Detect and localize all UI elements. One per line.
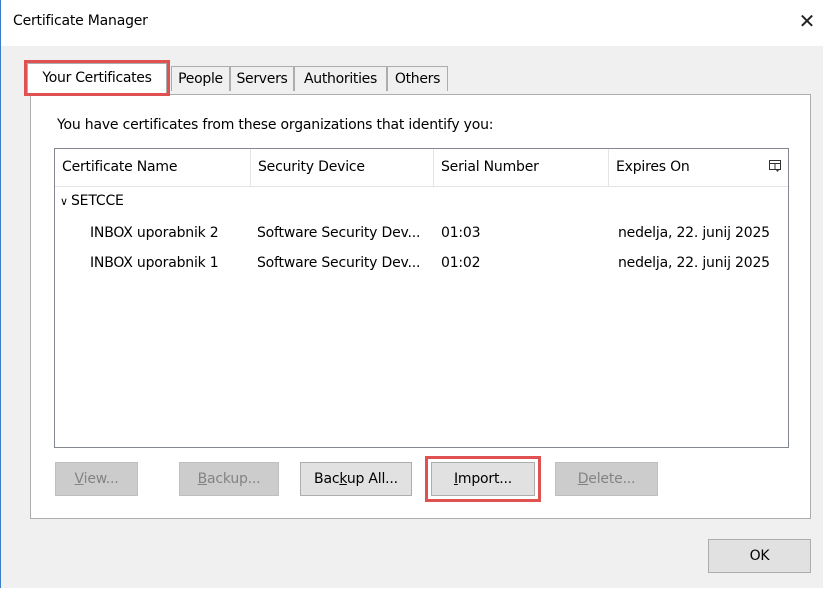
cell-serial-number: 01:02: [441, 255, 481, 271]
tab-people[interactable]: People: [171, 66, 230, 91]
ok-button[interactable]: OK: [708, 539, 811, 573]
delete-button[interactable]: Delete...: [555, 462, 658, 496]
view-button[interactable]: View...: [55, 462, 138, 496]
table-header: Certificate Name Security Device Serial …: [55, 149, 788, 187]
cell-expires-on: nedelja, 22. junij 2025: [618, 225, 770, 241]
column-picker-icon[interactable]: [768, 159, 782, 173]
cell-serial-number: 01:03: [441, 225, 481, 241]
column-header-security-device[interactable]: Security Device: [251, 149, 434, 186]
title-bar: Certificate Manager ✕: [1, 0, 824, 46]
tab-authorities[interactable]: Authorities: [294, 66, 387, 91]
table-row[interactable]: INBOX uporabnik 2 Software Security Dev.…: [55, 218, 788, 248]
close-icon[interactable]: ✕: [792, 6, 822, 36]
tree-group-row[interactable]: ∨ SETCCE: [55, 186, 788, 216]
backup-button[interactable]: Backup...: [179, 462, 279, 496]
import-button[interactable]: Import...: [425, 456, 541, 502]
column-header-certificate-name[interactable]: Certificate Name: [55, 149, 251, 186]
certificate-manager-window: Certificate Manager ✕ Your Certificates …: [0, 0, 824, 588]
cell-security-device: Software Security Dev...: [257, 255, 421, 271]
tab-your-certificates[interactable]: Your Certificates: [24, 60, 170, 96]
tab-servers[interactable]: Servers: [230, 66, 294, 91]
column-header-expires-on[interactable]: Expires On: [609, 149, 759, 186]
cell-expires-on: nedelja, 22. junij 2025: [618, 255, 770, 271]
panel-caption: You have certificates from these organiz…: [57, 117, 494, 133]
column-header-serial-number[interactable]: Serial Number: [434, 149, 609, 186]
cell-security-device: Software Security Dev...: [257, 225, 421, 241]
cell-certificate-name: INBOX uporabnik 2: [90, 225, 219, 241]
your-certificates-panel: You have certificates from these organiz…: [30, 94, 811, 519]
cell-certificate-name: INBOX uporabnik 1: [90, 255, 219, 271]
certificate-tree[interactable]: Certificate Name Security Device Serial …: [54, 148, 789, 448]
group-name: SETCCE: [71, 193, 124, 209]
window-title: Certificate Manager: [13, 13, 148, 29]
table-row[interactable]: INBOX uporabnik 1 Software Security Dev.…: [55, 248, 788, 278]
chevron-down-icon[interactable]: ∨: [60, 187, 70, 217]
backup-all-button[interactable]: Backup All...: [300, 462, 412, 496]
tab-others[interactable]: Others: [387, 66, 448, 91]
